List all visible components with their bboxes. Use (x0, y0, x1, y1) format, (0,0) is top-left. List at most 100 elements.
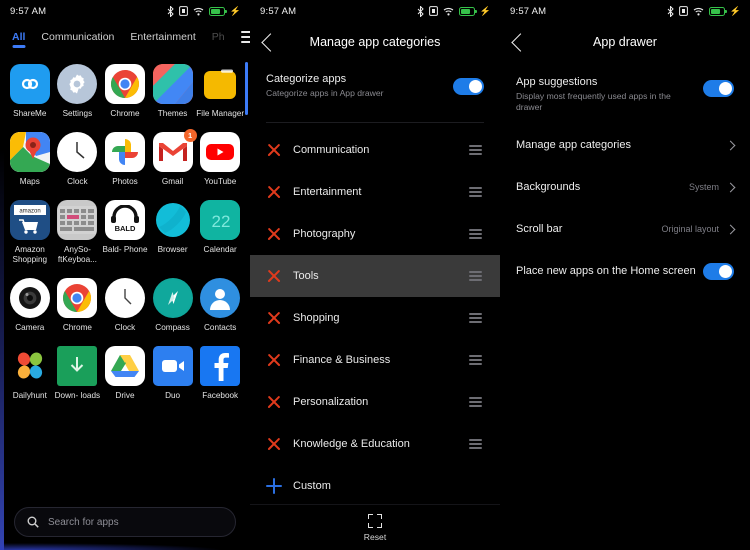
app-label: ShareMe (13, 109, 47, 118)
tab-photography[interactable]: Ph (212, 31, 225, 48)
remove-icon[interactable] (266, 395, 281, 410)
search-icon (27, 516, 39, 528)
add-icon[interactable] (265, 478, 282, 494)
remove-icon[interactable] (266, 269, 281, 284)
app-item-themes[interactable]: Themes (149, 64, 197, 119)
app-item-maps[interactable]: Maps (6, 132, 54, 187)
drag-handle-icon[interactable] (469, 187, 482, 197)
drawer-scrollbar[interactable] (245, 62, 248, 115)
app-item-file-manager[interactable]: File Manager (196, 64, 244, 119)
category-row-photography[interactable]: Photography (250, 213, 500, 255)
reset-button[interactable]: Reset (250, 504, 500, 550)
app-item-dailyhunt[interactable]: Dailyhunt (6, 346, 54, 401)
app-item-clock-2[interactable]: Clock (101, 278, 149, 333)
app-item-downloads[interactable]: Down- loads (54, 346, 102, 401)
row-place-new-apps-home-screen[interactable]: Place new apps on the Home screen (500, 250, 750, 292)
remove-icon[interactable] (266, 311, 281, 326)
categorize-apps-toggle[interactable] (453, 77, 484, 95)
search-input[interactable]: Search for apps (14, 507, 236, 537)
row-app-suggestions[interactable]: App suggestions Display most frequently … (500, 62, 750, 114)
drag-handle-icon[interactable] (469, 145, 482, 155)
app-item-chrome-2[interactable]: Chrome (54, 278, 102, 333)
remove-icon[interactable] (266, 437, 281, 452)
category-list: Communication Entertainment Photography … (250, 129, 500, 507)
row-categorize-apps[interactable]: Categorize apps Categorize apps in App d… (250, 62, 500, 110)
category-row-tools[interactable]: Tools (250, 255, 500, 297)
category-row-entertainment[interactable]: Entertainment (250, 171, 500, 213)
bluetooth-icon (167, 5, 174, 17)
app-row: ShareMe Settings Chrome Themes File Mana… (6, 64, 244, 119)
sim-card-icon (428, 6, 438, 16)
app-item-baldphone[interactable]: BALD Bald- Phone (101, 200, 149, 265)
clock-icon (104, 278, 145, 318)
chevron-right-icon (725, 140, 736, 150)
drag-handle-icon[interactable] (469, 355, 482, 365)
app-item-clock[interactable]: Clock (54, 132, 102, 187)
remove-icon[interactable] (266, 143, 281, 158)
status-bar: 9:57 AM ⚡ (0, 0, 250, 22)
app-suggestions-toggle[interactable] (703, 80, 734, 97)
app-item-youtube[interactable]: YouTube (196, 132, 244, 187)
app-item-shareme[interactable]: ShareMe (6, 64, 54, 119)
app-item-gmail[interactable]: 1 Gmail (149, 129, 197, 187)
svg-text:amazon: amazon (19, 209, 40, 215)
app-label: Down- loads (54, 391, 101, 400)
facebook-icon (200, 346, 241, 386)
themes-icon (152, 64, 193, 104)
row-value: Original layout (661, 224, 719, 234)
dailyhunt-icon (9, 346, 50, 386)
battery-icon (708, 6, 727, 16)
sim-card-icon (678, 6, 688, 16)
place-new-apps-toggle[interactable] (703, 262, 734, 280)
edge-glow-bottom (0, 542, 250, 550)
settings-gear-icon (57, 64, 98, 104)
app-label: Photos (112, 177, 138, 186)
app-item-duo[interactable]: Duo (149, 346, 197, 401)
remove-icon[interactable] (266, 227, 281, 242)
row-backgrounds[interactable]: Backgrounds System (500, 166, 750, 208)
row-manage-app-categories[interactable]: Manage app categories (500, 124, 750, 166)
category-row-personalization[interactable]: Personalization (250, 381, 500, 423)
hamburger-menu-icon[interactable] (240, 31, 250, 46)
app-item-browser[interactable]: Browser (149, 200, 197, 265)
app-item-camera[interactable]: Camera (6, 278, 54, 333)
app-item-facebook[interactable]: Facebook (196, 346, 244, 401)
status-icons: ⚡ (417, 5, 491, 17)
app-item-contacts[interactable]: Contacts (196, 278, 244, 333)
drag-handle-icon[interactable] (469, 397, 482, 407)
remove-icon[interactable] (266, 185, 281, 200)
drag-handle-icon[interactable] (469, 313, 482, 323)
category-row-custom[interactable]: Custom (250, 465, 500, 507)
remove-icon[interactable] (266, 353, 281, 368)
app-item-anysoftkeyboard[interactable]: AnySo- ftKeyboa... (54, 200, 102, 265)
category-row-communication[interactable]: Communication (250, 129, 500, 171)
app-item-calendar[interactable]: 22 Calendar (196, 200, 244, 265)
category-row-knowledge-education[interactable]: Knowledge & Education (250, 423, 500, 465)
row-subtitle: Categorize apps in App drawer (266, 88, 384, 98)
app-item-compass[interactable]: Compass (149, 278, 197, 333)
status-time: 9:57 AM (510, 5, 547, 17)
chevron-right-icon (725, 224, 736, 234)
app-item-drive[interactable]: Drive (101, 346, 149, 401)
app-row: Maps Clock Photos 1 Gmail YouTube (6, 129, 244, 187)
google-drive-icon (104, 346, 145, 386)
drag-handle-icon[interactable] (469, 229, 482, 239)
drag-handle-icon[interactable] (469, 439, 482, 449)
app-label: Clock (67, 177, 88, 186)
camera-icon (9, 278, 50, 318)
category-row-shopping[interactable]: Shopping (250, 297, 500, 339)
tab-entertainment[interactable]: Entertainment (130, 31, 195, 48)
app-row: Dailyhunt Down- loads Drive Duo Facebook (6, 346, 244, 401)
row-scroll-bar[interactable]: Scroll bar Original layout (500, 208, 750, 250)
category-row-finance-business[interactable]: Finance & Business (250, 339, 500, 381)
anysoftkeyboard-icon (57, 200, 98, 240)
tab-all[interactable]: All (12, 31, 25, 48)
app-item-photos[interactable]: Photos (101, 132, 149, 187)
tab-communication[interactable]: Communication (41, 31, 114, 48)
nav-bar: App drawer (500, 22, 750, 62)
app-label: Contacts (204, 323, 237, 332)
app-item-settings[interactable]: Settings (54, 64, 102, 119)
app-item-chrome[interactable]: Chrome (101, 64, 149, 119)
app-item-amazon-shopping[interactable]: amazon Amazon Shopping (6, 200, 54, 265)
drag-handle-icon[interactable] (469, 271, 482, 281)
